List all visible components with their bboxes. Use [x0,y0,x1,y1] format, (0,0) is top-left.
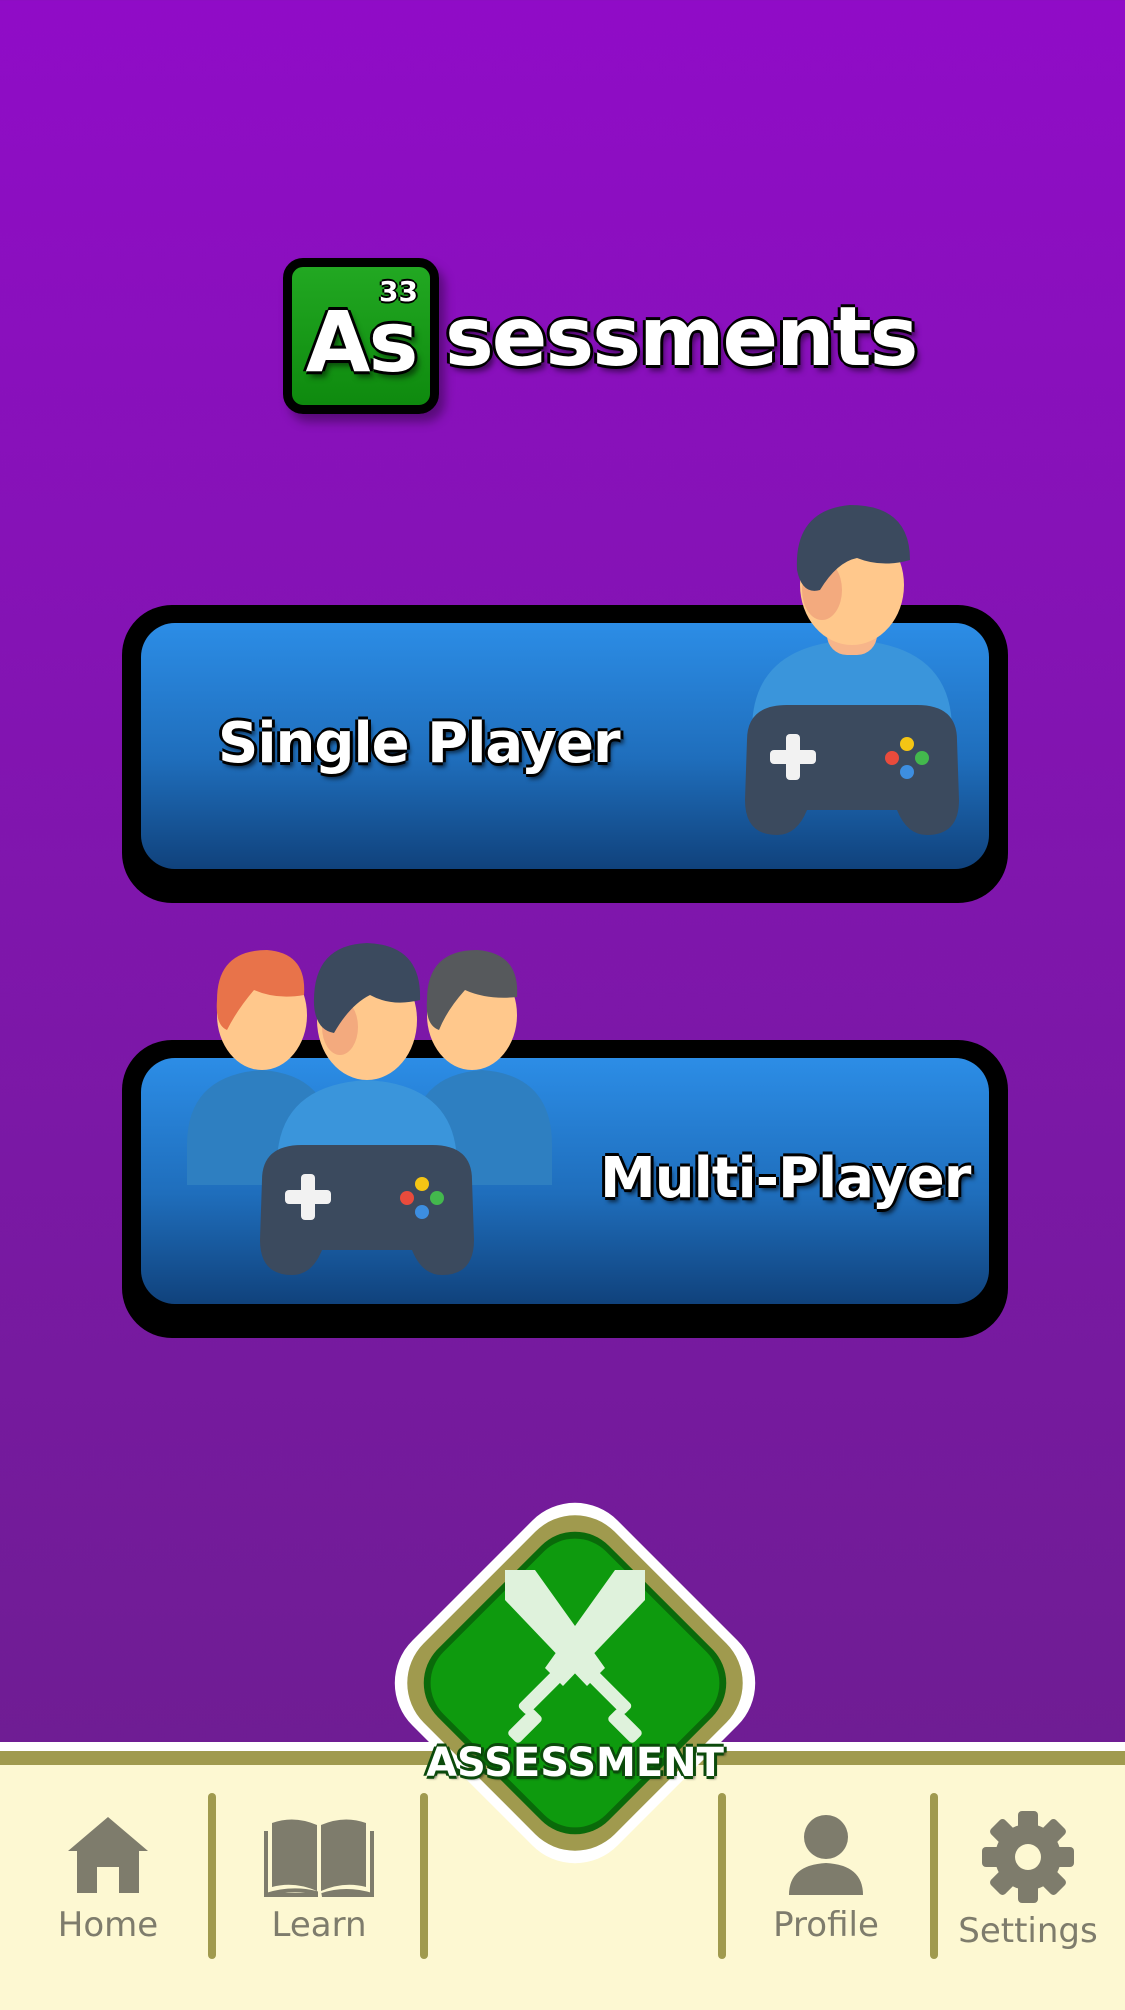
nav-home-label: Home [57,1905,159,1945]
title-text: sessments [445,290,918,385]
multi-player-icon [187,943,552,1275]
multi-player-button[interactable]: Multi-Player [122,943,1008,1338]
single-player-button[interactable]: Single Player [122,505,1008,903]
page-title: 33 As sessments [283,258,918,414]
element-symbol: As [305,293,418,391]
element-tile: 33 As [283,258,439,414]
gear-icon [982,1811,1074,1903]
nav-settings[interactable]: Settings [928,1809,1125,1959]
nav-home[interactable]: Home [8,1809,208,1959]
single-player-label: Single Player [218,711,621,776]
single-player-icon [745,505,959,835]
assessment-button[interactable]: ASSESSMENT [340,1448,810,1918]
nav-divider [208,1793,216,1959]
multi-player-label: Multi-Player [600,1146,971,1211]
nav-settings-label: Settings [958,1911,1098,1951]
assessment-label: ASSESSMENT [426,1740,724,1786]
home-icon [68,1817,148,1893]
crossed-swords-icon [505,1570,645,1743]
